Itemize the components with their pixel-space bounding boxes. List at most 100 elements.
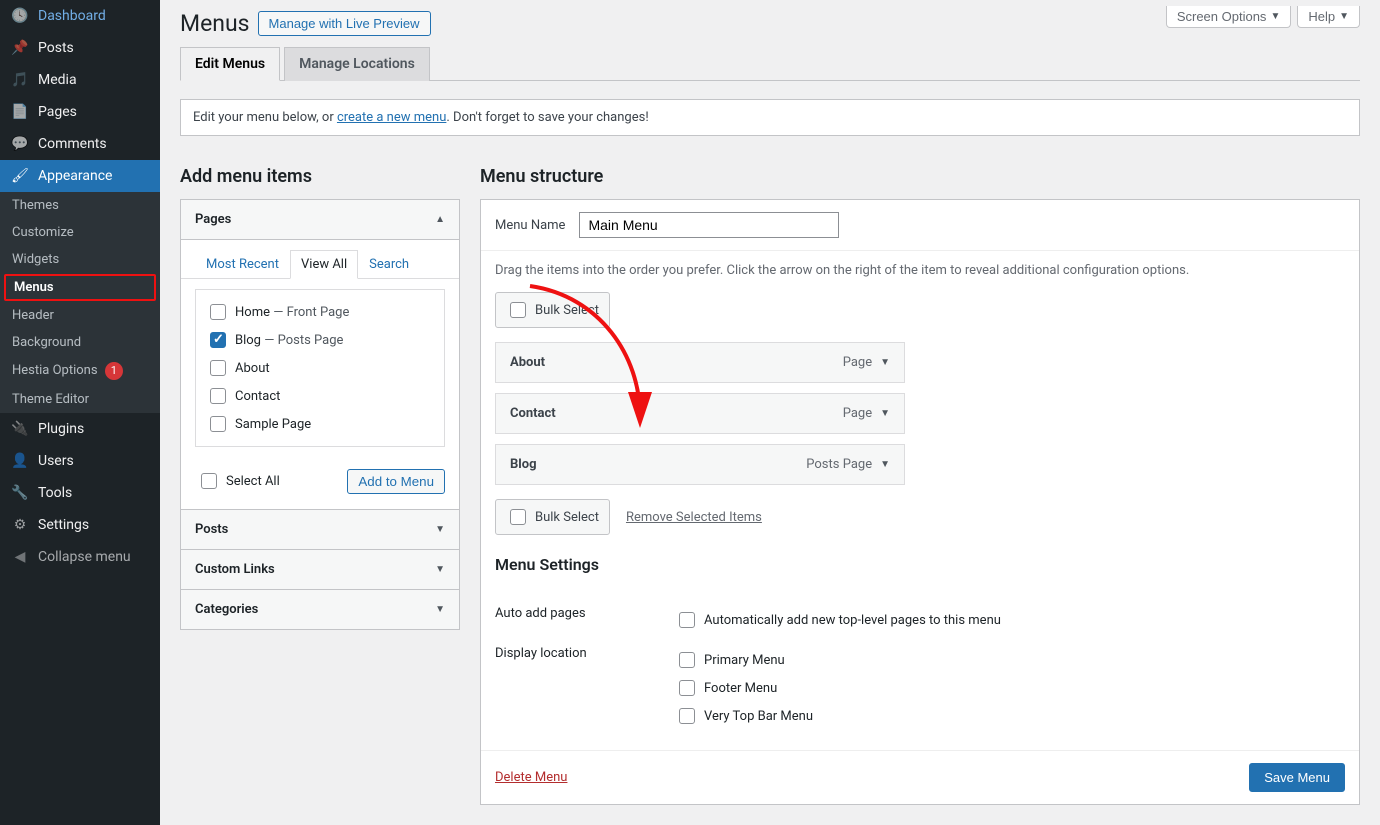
bulk-select-checkbox[interactable] bbox=[510, 509, 526, 525]
plug-icon: 🔌 bbox=[10, 421, 30, 437]
remove-selected-link[interactable]: Remove Selected Items bbox=[626, 510, 762, 525]
sidebar-item-label: Dashboard bbox=[38, 8, 106, 24]
chevron-down-icon[interactable]: ▼ bbox=[880, 408, 890, 419]
bulk-select-checkbox[interactable] bbox=[510, 302, 526, 318]
chevron-down-icon[interactable]: ▼ bbox=[880, 459, 890, 470]
accordion-label: Categories bbox=[195, 602, 258, 617]
page-option-about[interactable]: About bbox=[206, 354, 434, 382]
sidebar-item-label: Settings bbox=[38, 517, 89, 533]
accordion-head-categories[interactable]: Categories ▼ bbox=[181, 589, 459, 629]
sub-item-menus[interactable]: Menus bbox=[4, 274, 156, 301]
sidebar-item-comments[interactable]: 💬 Comments bbox=[0, 128, 160, 160]
chevron-up-icon: ▲ bbox=[435, 214, 445, 225]
chevron-down-icon: ▼ bbox=[435, 524, 445, 535]
sub-item-customize[interactable]: Customize bbox=[0, 219, 160, 246]
drag-instructions: Drag the items into the order you prefer… bbox=[495, 263, 1345, 278]
location-footer[interactable]: Footer Menu bbox=[675, 674, 813, 702]
menu-item-about[interactable]: About Page ▼ bbox=[495, 342, 905, 383]
tab-manage-locations[interactable]: Manage Locations bbox=[284, 47, 430, 81]
screen-options-button[interactable]: Screen Options ▼ bbox=[1166, 6, 1292, 28]
sub-item-widgets[interactable]: Widgets bbox=[0, 246, 160, 273]
menu-item-type: Posts Page bbox=[806, 457, 872, 472]
page-checkbox[interactable] bbox=[210, 304, 226, 320]
select-all-checkbox[interactable] bbox=[201, 473, 217, 489]
sidebar-item-label: Appearance bbox=[38, 168, 112, 184]
tab-edit-menus[interactable]: Edit Menus bbox=[180, 47, 280, 81]
gauge-icon: 🕓 bbox=[10, 8, 30, 24]
sub-item-hestia-options[interactable]: Hestia Options 1 bbox=[0, 356, 160, 386]
sidebar-item-users[interactable]: 👤 Users bbox=[0, 445, 160, 477]
page-checkbox[interactable] bbox=[210, 416, 226, 432]
location-checkbox[interactable] bbox=[679, 680, 695, 696]
menu-item-title: About bbox=[510, 355, 545, 370]
page-checkbox[interactable] bbox=[210, 332, 226, 348]
sidebar-item-label: Pages bbox=[38, 104, 77, 120]
location-primary[interactable]: Primary Menu bbox=[675, 646, 813, 674]
sidebar-item-label: Posts bbox=[38, 40, 74, 56]
sidebar-item-plugins[interactable]: 🔌 Plugins bbox=[0, 413, 160, 445]
sidebar-item-posts[interactable]: 📌 Posts bbox=[0, 32, 160, 64]
auto-add-checkbox[interactable] bbox=[679, 612, 695, 628]
button-label: Help bbox=[1308, 9, 1335, 24]
location-checkbox[interactable] bbox=[679, 652, 695, 668]
delete-menu-link[interactable]: Delete Menu bbox=[495, 770, 567, 785]
sidebar-collapse[interactable]: ◀ Collapse menu bbox=[0, 541, 160, 573]
sub-item-themes[interactable]: Themes bbox=[0, 192, 160, 219]
comment-icon: 💬 bbox=[10, 136, 30, 152]
tab-most-recent[interactable]: Most Recent bbox=[195, 250, 290, 279]
sidebar-item-settings[interactable]: ⚙ Settings bbox=[0, 509, 160, 541]
accordion-head-posts[interactable]: Posts ▼ bbox=[181, 509, 459, 549]
accordion-body-pages: Most Recent View All Search Home — Front… bbox=[181, 239, 459, 509]
location-checkbox[interactable] bbox=[679, 708, 695, 724]
create-new-menu-link[interactable]: create a new menu bbox=[337, 110, 446, 125]
page-checkbox[interactable] bbox=[210, 360, 226, 376]
chevron-down-icon[interactable]: ▼ bbox=[880, 357, 890, 368]
page-option-contact[interactable]: Contact bbox=[206, 382, 434, 410]
page-option-sample[interactable]: Sample Page bbox=[206, 410, 434, 438]
auto-add-option[interactable]: Automatically add new top-level pages to… bbox=[675, 606, 1001, 634]
page-label: About bbox=[235, 361, 270, 376]
accordion-head-pages[interactable]: Pages ▲ bbox=[181, 200, 459, 239]
page-option-blog[interactable]: Blog — Posts Page bbox=[206, 326, 434, 354]
wrench-icon: 🔧 bbox=[10, 485, 30, 501]
chevron-down-icon: ▼ bbox=[435, 604, 445, 615]
location-topbar[interactable]: Very Top Bar Menu bbox=[675, 702, 813, 730]
update-badge: 1 bbox=[105, 362, 123, 380]
sidebar-item-tools[interactable]: 🔧 Tools bbox=[0, 477, 160, 509]
location-label: Very Top Bar Menu bbox=[704, 709, 813, 724]
page-checkbox[interactable] bbox=[210, 388, 226, 404]
sidebar-item-pages[interactable]: 📄 Pages bbox=[0, 96, 160, 128]
page-label: Sample Page bbox=[235, 417, 311, 432]
page-label: Contact bbox=[235, 389, 280, 404]
sidebar-item-media[interactable]: 🎵 Media bbox=[0, 64, 160, 96]
save-menu-button[interactable]: Save Menu bbox=[1249, 763, 1345, 792]
accordion-label: Custom Links bbox=[195, 562, 275, 577]
notice-text-post: . Don't forget to save your changes! bbox=[446, 110, 648, 125]
bulk-select-top[interactable]: Bulk Select bbox=[495, 292, 610, 328]
sub-item-theme-editor[interactable]: Theme Editor bbox=[0, 386, 160, 413]
auto-add-text: Automatically add new top-level pages to… bbox=[704, 613, 1001, 628]
live-preview-button[interactable]: Manage with Live Preview bbox=[258, 11, 431, 36]
add-to-menu-button[interactable]: Add to Menu bbox=[347, 469, 445, 494]
tab-search[interactable]: Search bbox=[358, 250, 420, 279]
tab-view-all[interactable]: View All bbox=[290, 250, 358, 279]
collapse-icon: ◀ bbox=[10, 549, 30, 565]
menu-item-blog[interactable]: Blog Posts Page ▼ bbox=[495, 444, 905, 485]
sidebar-item-label: Media bbox=[38, 72, 77, 88]
sub-item-header[interactable]: Header bbox=[0, 302, 160, 329]
page-option-home[interactable]: Home — Front Page bbox=[206, 298, 434, 326]
bulk-select-bottom[interactable]: Bulk Select bbox=[495, 499, 610, 535]
menu-settings-heading: Menu Settings bbox=[495, 555, 1345, 574]
sidebar-item-dashboard[interactable]: 🕓 Dashboard bbox=[0, 0, 160, 32]
menu-name-input[interactable] bbox=[579, 212, 839, 238]
help-button[interactable]: Help ▼ bbox=[1297, 6, 1360, 28]
menu-item-contact[interactable]: Contact Page ▼ bbox=[495, 393, 905, 434]
brush-icon: 🖌 bbox=[10, 168, 30, 184]
accordion-head-custom-links[interactable]: Custom Links ▼ bbox=[181, 549, 459, 589]
select-all-row[interactable]: Select All bbox=[197, 467, 280, 495]
page-label: Home — Front Page bbox=[235, 305, 349, 320]
sub-item-background[interactable]: Background bbox=[0, 329, 160, 356]
appearance-submenu: Themes Customize Widgets Menus Header Ba… bbox=[0, 192, 160, 413]
sidebar-item-appearance[interactable]: 🖌 Appearance bbox=[0, 160, 160, 192]
location-label: Footer Menu bbox=[704, 681, 777, 696]
